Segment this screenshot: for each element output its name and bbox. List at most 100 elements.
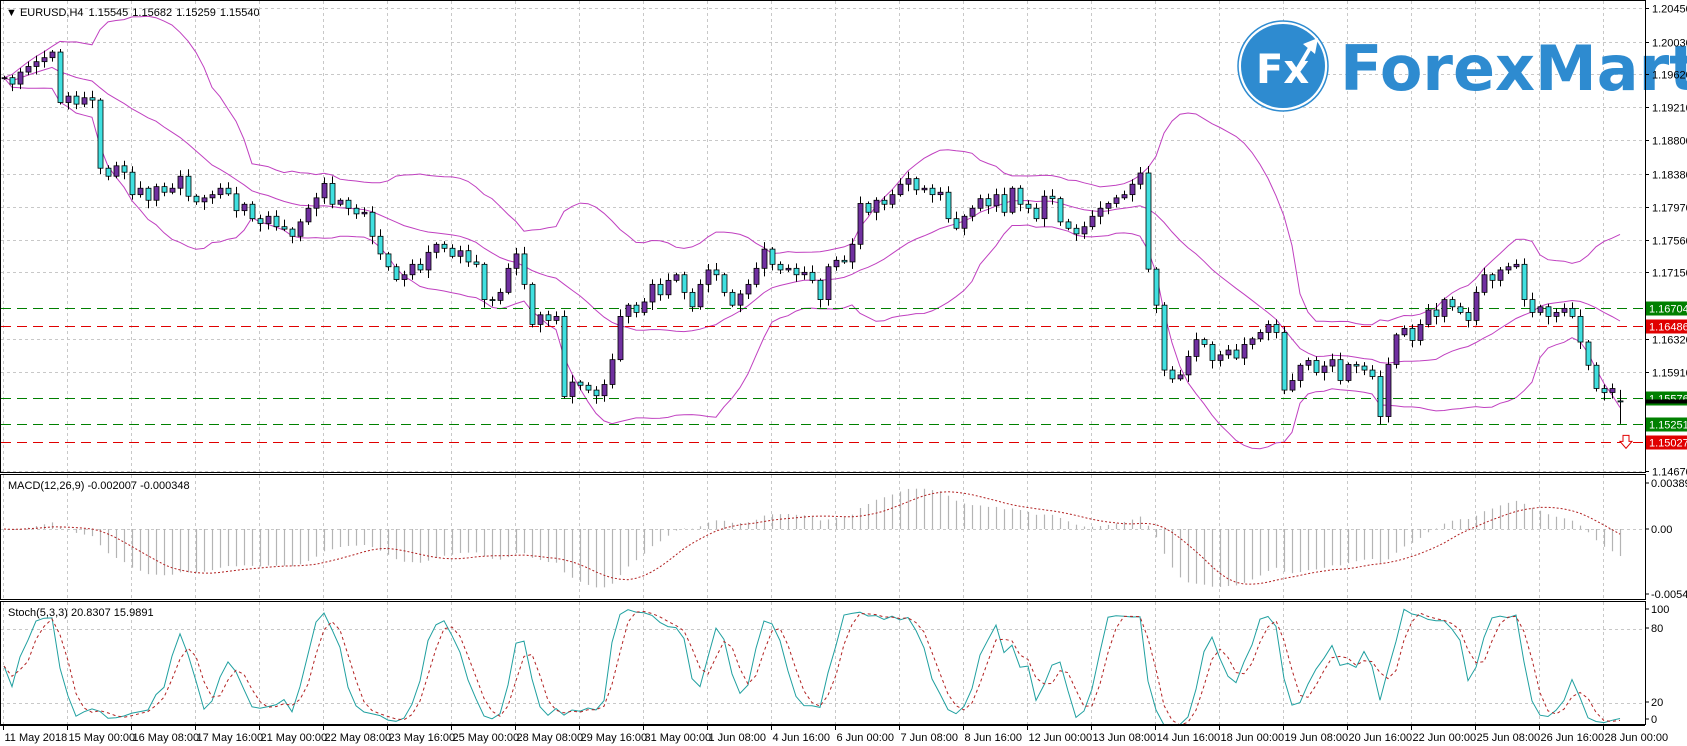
bull-candle — [409, 263, 416, 276]
bear-candle — [545, 314, 552, 321]
bull-candle — [201, 197, 208, 203]
bear-candle — [1529, 299, 1536, 313]
bear-candle — [1273, 324, 1280, 333]
bull-candle — [169, 187, 176, 193]
bull-candle — [1425, 309, 1432, 325]
bear-candle — [929, 187, 936, 196]
bear-candle — [985, 198, 992, 207]
bull-candle — [1265, 324, 1272, 333]
bear-candle — [1145, 172, 1152, 270]
stoch-tick-label: 0 — [1651, 714, 1657, 726]
bull-candle — [497, 291, 504, 301]
bull-candle — [737, 293, 744, 306]
bear-candle — [1073, 227, 1080, 235]
bull-candle — [1513, 263, 1520, 268]
bull-candle — [969, 207, 976, 217]
bear-candle — [1049, 195, 1056, 200]
x-tick-label: 12 Jun 00:00 — [1029, 732, 1093, 744]
price-tick-label: 1.20450 — [1652, 4, 1687, 16]
bull-candle — [745, 283, 752, 295]
bear-candle — [689, 291, 696, 308]
price-tick-label: 1.14670 — [1652, 467, 1687, 479]
header-open: 1.15545 — [89, 7, 129, 19]
bull-candle — [801, 271, 808, 276]
bull-candle — [761, 248, 768, 269]
bear-candle — [465, 250, 472, 263]
macd-panel — [3, 488, 1622, 588]
bear-candle — [809, 271, 816, 281]
bull-candle — [569, 381, 576, 397]
bear-candle — [193, 195, 200, 203]
bear-candle — [593, 389, 600, 397]
bull-candle — [1305, 360, 1312, 366]
bear-candle — [881, 199, 888, 205]
logo-text: ForexMart — [1340, 32, 1687, 105]
bear-candle — [145, 187, 152, 201]
stoch-tick-label: 100 — [1651, 604, 1669, 616]
bear-candle — [585, 384, 592, 391]
bear-candle — [329, 183, 336, 205]
header-close: 1.15540 — [220, 7, 260, 19]
bull-candle — [1257, 332, 1264, 340]
bull-candle — [1137, 172, 1144, 185]
chart-header: ▼ EURUSD,H4 1.15545 1.15682 1.15259 1.15540 — [6, 7, 260, 19]
bull-candle — [433, 243, 440, 253]
stoch-panel-border — [0, 601, 1646, 725]
x-tick-label: 28 May 08:00 — [517, 732, 584, 744]
level-price-label: 1.16486 — [1649, 322, 1687, 334]
bull-candle — [921, 187, 928, 191]
price-tick-label: 1.17560 — [1652, 236, 1687, 248]
bull-candle — [1241, 344, 1248, 359]
collapse-triangle-icon[interactable]: ▼ — [6, 7, 20, 19]
x-tick-label: 19 Jun 08:00 — [1285, 732, 1349, 744]
x-tick-label: 11 May 2018 — [5, 732, 68, 744]
level-price-label: 1.16704 — [1649, 304, 1687, 316]
bear-candle — [129, 171, 136, 196]
price-tick-label: 1.15910 — [1652, 368, 1687, 380]
bull-candle — [1393, 334, 1400, 365]
bear-candle — [1209, 344, 1216, 361]
x-tick-label: 16 May 08:00 — [133, 732, 200, 744]
bear-candle — [953, 218, 960, 229]
bear-candle — [1201, 339, 1208, 345]
bull-candle — [1289, 380, 1296, 391]
price-chart[interactable]: Fx ForexMart 11 May 2018 15 May 00:0016 M… — [0, 0, 1687, 746]
x-tick-label: 22 May 08:00 — [325, 732, 392, 744]
bull-candle — [425, 251, 432, 271]
bull-candle — [1193, 339, 1200, 357]
bear-candle — [9, 77, 16, 85]
bear-candle — [1001, 194, 1008, 213]
x-tick-label: 28 Jun 00:00 — [1605, 732, 1669, 744]
x-tick-label: 22 Jun 00:00 — [1413, 732, 1477, 744]
bull-candle — [209, 194, 216, 199]
bull-candle — [1401, 328, 1408, 336]
macd-tick-label: 0.00 — [1651, 524, 1672, 536]
bear-candle — [1369, 369, 1376, 377]
bull-candle — [937, 191, 944, 196]
bull-candle — [217, 187, 224, 196]
bear-candle — [449, 247, 456, 257]
bull-candle — [1505, 266, 1512, 271]
bull-candle — [753, 267, 760, 285]
bull-candle — [113, 165, 120, 177]
bear-candle — [185, 175, 192, 197]
bear-candle — [481, 263, 488, 300]
bull-candle — [1417, 324, 1424, 341]
x-tick-label: 6 Jun 00:00 — [837, 732, 895, 744]
bull-candle — [1225, 349, 1232, 356]
bear-candle — [1025, 203, 1032, 209]
symbol-label: EURUSD,H4 — [20, 7, 84, 19]
bull-candle — [1497, 269, 1504, 281]
bull-candle — [137, 187, 144, 196]
bull-candle — [1481, 274, 1488, 293]
bear-candle — [841, 259, 848, 263]
x-tick-label: 7 Jun 08:00 — [901, 732, 959, 744]
bull-candle — [1185, 356, 1192, 376]
macd-tick-label: -0.005404 — [1651, 589, 1687, 601]
bull-candle — [1385, 364, 1392, 417]
bull-candle — [977, 198, 984, 209]
bull-candle — [1537, 306, 1544, 313]
bull-candle — [305, 207, 312, 223]
bear-candle — [1569, 307, 1576, 317]
bull-candle — [1105, 203, 1112, 209]
